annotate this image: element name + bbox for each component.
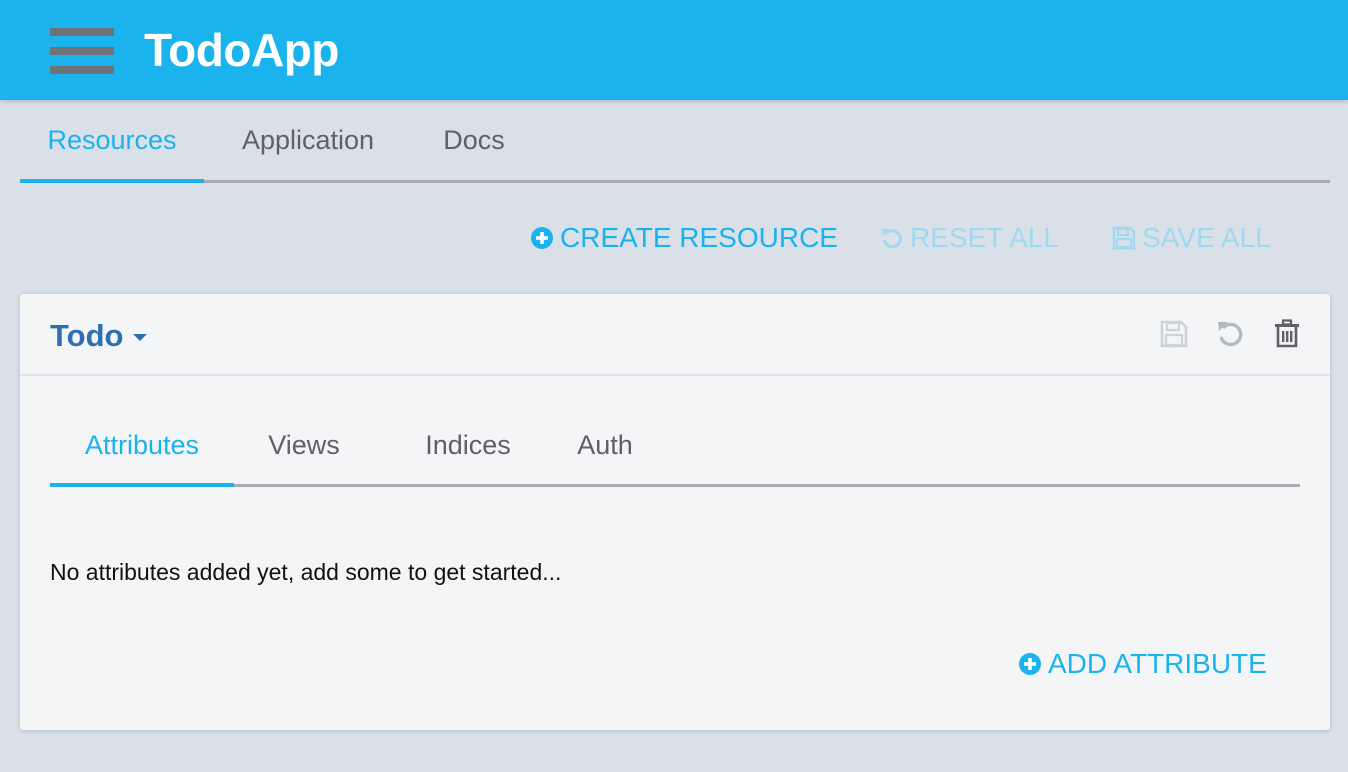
resource-tabs: Attributes Views Indices Auth	[50, 406, 1300, 487]
plus-circle-icon	[1019, 653, 1041, 675]
main-tabs: Resources Application Docs	[20, 100, 1330, 183]
save-all-button[interactable]: SAVE ALL	[1112, 218, 1271, 258]
chevron-down-icon	[133, 334, 148, 341]
reset-all-label: RESET ALL	[910, 222, 1059, 253]
create-resource-button[interactable]: CREATE RESOURCE	[530, 218, 838, 258]
empty-attributes-message: No attributes added yet, add some to get…	[50, 559, 562, 585]
tab-auth[interactable]: Auth	[554, 406, 656, 484]
tab-resources[interactable]: Resources	[20, 100, 204, 183]
undo-icon[interactable]	[1214, 318, 1246, 350]
resource-card: Todo Attributes Views Indices Auth No at…	[20, 294, 1330, 730]
tab-attributes[interactable]: Attributes	[50, 406, 234, 487]
add-attribute-button[interactable]: ADD ATTRIBUTE	[1018, 644, 1267, 684]
trash-icon[interactable]	[1271, 318, 1303, 350]
resource-card-header: Todo	[20, 294, 1330, 376]
tab-indices[interactable]: Indices	[396, 406, 540, 484]
resource-name: Todo	[50, 318, 124, 353]
floppy-disk-icon[interactable]	[1158, 318, 1190, 350]
add-attribute-label: ADD ATTRIBUTE	[1048, 648, 1267, 679]
plus-circle-icon	[531, 227, 553, 249]
create-resource-label: CREATE RESOURCE	[560, 222, 838, 253]
tab-application[interactable]: Application	[216, 100, 400, 180]
reset-all-button[interactable]: RESET ALL	[880, 218, 1059, 258]
resource-name-dropdown[interactable]: Todo	[50, 314, 148, 358]
hamburger-menu-icon[interactable]	[50, 28, 114, 74]
undo-icon	[882, 229, 902, 249]
floppy-disk-icon	[1112, 226, 1136, 250]
tab-views[interactable]: Views	[246, 406, 362, 484]
save-all-label: SAVE ALL	[1142, 222, 1271, 253]
tab-docs[interactable]: Docs	[420, 100, 528, 180]
app-title: TodoApp	[144, 24, 339, 76]
app-header: TodoApp	[0, 0, 1348, 100]
